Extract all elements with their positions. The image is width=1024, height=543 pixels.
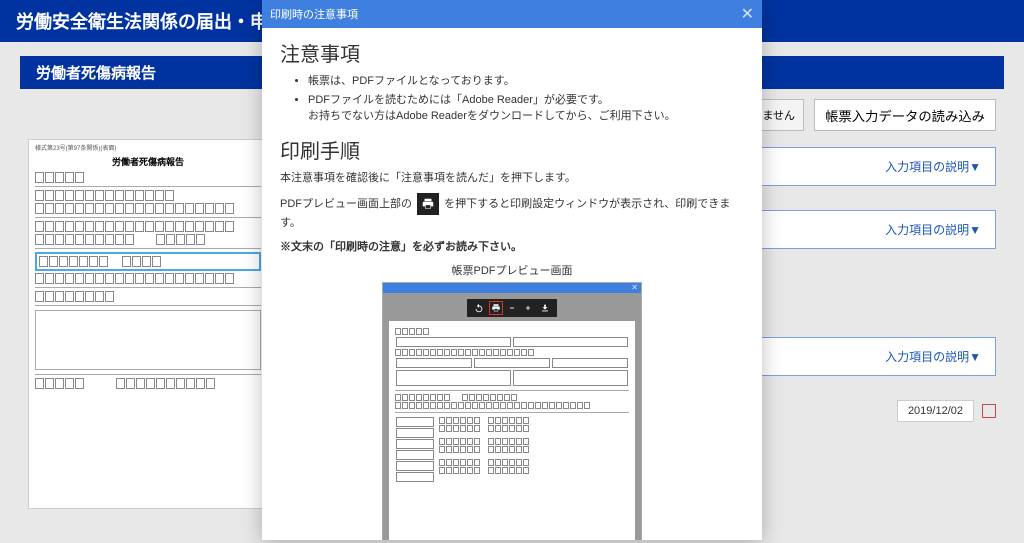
close-icon[interactable]: ✕ (741, 4, 754, 24)
pdf-close-icon: ✕ (631, 283, 638, 293)
pdf-preview-label: 帳票PDFプレビュー画面 (280, 262, 744, 278)
notice-item: 帳票は、PDFファイルとなっております。 (308, 73, 744, 90)
zoom-out-icon (506, 302, 518, 314)
pdf-preview: ✕ (382, 282, 642, 540)
section-print-title: 印刷手順 (280, 135, 744, 164)
pdf-page (389, 321, 635, 540)
modal-header: 印刷時の注意事項 ✕ (262, 0, 762, 28)
pdf-toolbar (467, 299, 557, 317)
modal: 印刷時の注意事項 ✕ 注意事項 帳票は、PDFファイルとなっております。 PDF… (262, 0, 762, 540)
section-notice-title: 注意事項 (280, 38, 744, 67)
notice-list: 帳票は、PDFファイルとなっております。 PDFファイルを読むためには「Adob… (280, 73, 744, 125)
notice-item: PDFファイルを読むためには「Adobe Reader」が必要です。 お持ちでな… (308, 92, 744, 125)
download-icon (539, 302, 551, 314)
print-icon (490, 302, 502, 314)
zoom-in-icon (522, 302, 534, 314)
modal-title: 印刷時の注意事項 (270, 6, 358, 22)
pdf-preview-titlebar: ✕ (383, 283, 641, 293)
print-step-1: 本注意事項を確認後に「注意事項を読んだ」を押下します。 (280, 170, 744, 188)
print-icon (417, 193, 439, 215)
rotate-icon (473, 302, 485, 314)
modal-body: 注意事項 帳票は、PDFファイルとなっております。 PDFファイルを読むためには… (262, 28, 762, 540)
modal-overlay: 印刷時の注意事項 ✕ 注意事項 帳票は、PDFファイルとなっております。 PDF… (0, 0, 1024, 543)
print-step-2: PDFプレビュー画面上部の を押下すると印刷設定ウィンドウが表示され、印刷できま… (280, 193, 744, 233)
print-note: ※文末の「印刷時の注意」を必ずお読み下さい。 (280, 239, 744, 257)
